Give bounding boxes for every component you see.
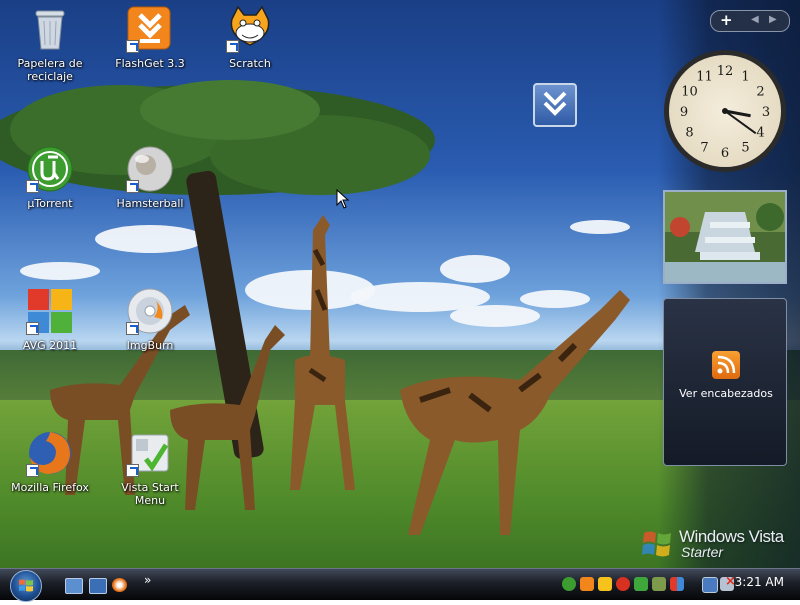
desktop-icon-label: Scratch [229,57,271,70]
rss-feed-icon [712,351,740,379]
desktop-icon-hamsterball[interactable]: Hamsterball [105,145,195,210]
desktop-icon-label: µTorrent [27,197,73,210]
desktop-icon-label: Papelera de reciclaje [17,57,83,83]
shortcut-arrow-icon [26,180,39,193]
volume-muted-tray-icon[interactable]: × [720,574,736,591]
desktop-icon-recycle-bin[interactable]: Papelera de reciclaje [5,5,95,83]
shortcut-arrow-icon [126,40,139,53]
windows-edition-watermark: Starter [681,544,724,560]
clock-numeral: 1 [741,69,749,84]
quick-launch-more-chevron[interactable]: » [144,573,151,587]
clock-numeral: 9 [680,105,688,120]
desktop-icon-label: FlashGet 3.3 [115,57,185,70]
clock-numeral: 2 [756,85,764,100]
next-gadget-icon[interactable]: ▶ [769,14,777,25]
cloud [20,262,100,280]
windows-logo-icon [19,579,33,592]
desktop-icon-label: Hamsterball [116,197,184,210]
feed-headlines-gadget[interactable]: Ver encabezados [663,298,787,466]
desktop-icon-imgburn[interactable]: ImgBurn [105,287,195,352]
check-tray-icon[interactable] [634,577,648,591]
warning-tray-icon[interactable] [598,577,612,591]
add-gadget-icon[interactable]: + [720,11,733,29]
previous-gadget-icon[interactable]: ◀ [751,14,759,25]
scratch-cat-icon [226,5,274,53]
imgburn-disc-icon [126,287,174,335]
utorrent-icon [26,145,74,193]
desktop-icon-firefox[interactable]: Mozilla Firefox [5,429,95,494]
flashget-tray-icon[interactable] [580,577,594,591]
shortcut-arrow-icon [26,464,39,477]
network-tray-icon[interactable] [702,577,718,593]
desktop-icon-label: ImgBurn [126,339,174,352]
clock-numeral: 7 [700,141,708,156]
firefox-icon [26,429,74,477]
clock-numeral: 11 [696,69,713,84]
flashget-drop-target-icon[interactable] [533,83,577,127]
clock-numeral: 3 [762,105,770,120]
switch-windows-icon[interactable] [89,578,107,594]
view-headlines-link[interactable]: Ver encabezados [664,387,788,400]
clock-numeral: 4 [756,126,764,141]
desktop: Papelera de reciclaje FlashGet 3.3 Scrat… [0,0,800,568]
desktop-icon-label: Vista Start Menu [121,481,179,507]
desktop-icon-utorrent[interactable]: µTorrent [5,145,95,210]
windows-flag-logo-icon [642,531,671,557]
clock-numeral: 12 [717,64,734,79]
mouse-cursor-icon [336,189,350,209]
clock-numeral: 10 [681,85,698,100]
error-tray-icon[interactable] [616,577,630,591]
recycle-bin-icon [26,5,74,53]
clock-numeral: 5 [741,141,749,156]
desktop-icon-label: AVG 2011 [22,339,78,352]
hamsterball-icon [126,145,174,193]
avg-tray-icon[interactable] [670,577,684,591]
utorrent-tray-icon[interactable] [562,577,576,591]
media-player-icon[interactable] [112,578,127,592]
start-button[interactable] [10,570,42,602]
shortcut-arrow-icon [26,322,39,335]
desktop-icon-vista-start-menu[interactable]: Vista Start Menu [105,429,195,507]
slideshow-gadget[interactable] [663,190,787,284]
shortcut-arrow-icon [126,180,139,193]
cloud [570,220,630,234]
clock-numeral: 6 [721,146,729,161]
taskbar-clock[interactable]: 3:21 AM [735,575,784,589]
shortcut-arrow-icon [226,40,239,53]
desktop-icon-label: Mozilla Firefox [11,481,89,494]
shortcut-arrow-icon [126,464,139,477]
avg-icon [26,287,74,335]
shortcut-arrow-icon [126,322,139,335]
show-desktop-icon[interactable] [65,578,83,594]
giraffe [400,290,630,535]
clock-numeral: 8 [685,126,693,141]
security-tray-icon[interactable] [652,577,666,591]
vista-start-menu-icon [126,429,174,477]
taskbar: » × 3:21 AM [0,568,800,602]
desktop-icon-scratch[interactable]: Scratch [205,5,295,70]
desktop-icon-flashget[interactable]: FlashGet 3.3 [105,5,195,70]
sidebar-controls: + ◀ ▶ [710,10,790,32]
flashget-icon [126,5,174,53]
desktop-icon-avg[interactable]: AVG 2011 [5,287,95,352]
clock-gadget[interactable]: 12 1 2 3 4 5 6 7 8 9 10 11 [664,50,786,172]
